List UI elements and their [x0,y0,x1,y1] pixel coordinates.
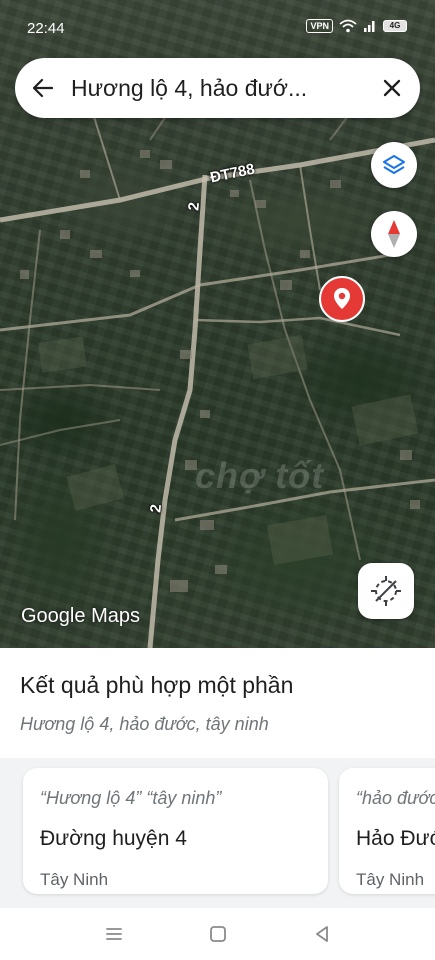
home-button[interactable] [206,922,230,946]
results-subtitle: Hương lộ 4, hảo đước, tây ninh [20,714,269,734]
result-name: Đường huyện 4 [40,827,187,850]
search-bar[interactable]: Hương lộ 4, hảo đướ... [15,58,420,118]
compass-icon [388,220,400,248]
battery-icon: 4G [383,20,407,32]
my-location-button[interactable] [358,563,414,619]
result-region: Tây Ninh [40,870,109,889]
vpn-badge: VPN [306,19,333,33]
result-card[interactable]: “hảo đước” Hảo Đước Tây Ninh [339,768,435,894]
road-label-route-2: 2 [147,503,166,514]
compass-button[interactable] [371,211,417,257]
watermark: chợ tốt [195,455,325,496]
result-card[interactable]: “Hương lộ 4” “tây ninh” Đường huyện 4 Tâ… [23,768,328,894]
results-carousel[interactable]: “Hương lộ 4” “tây ninh” Đường huyện 4 Tâ… [0,758,435,908]
location-pin[interactable] [318,275,366,323]
location-pin-icon [319,276,365,322]
menu-icon [105,928,122,940]
system-nav-bar [0,908,435,960]
wifi-icon [339,19,357,33]
maps-wordmark: Maps [91,605,140,627]
result-region: Tây Ninh [356,870,425,889]
back-button[interactable] [15,58,71,118]
arrow-left-icon [32,78,54,98]
google-maps-attribution: Google Maps [21,605,140,628]
layers-icon [383,155,405,174]
result-name: Hảo Đước [356,827,435,850]
close-icon [383,79,401,97]
results-title: Kết quả phù hợp một phần [20,672,294,698]
status-time: 22:44 [27,20,65,37]
layers-button[interactable] [371,142,417,188]
location-disabled-icon [371,576,401,606]
back-icon [315,926,328,942]
system-back-button[interactable] [310,922,334,946]
clear-search-button[interactable] [364,58,420,118]
search-input[interactable]: Hương lộ 4, hảo đướ... [71,75,364,102]
status-icons: VPN 4G [306,19,407,33]
road-label-route-2: 2 [185,201,204,212]
recent-apps-button[interactable] [102,922,126,946]
result-match-terms: “Hương lộ 4” “tây ninh” [40,788,222,808]
signal-icon [364,21,375,32]
home-icon [209,926,226,942]
status-bar: 22:44 VPN 4G [0,0,435,58]
google-wordmark: Google [21,605,86,627]
result-match-terms: “hảo đước” [356,788,435,808]
